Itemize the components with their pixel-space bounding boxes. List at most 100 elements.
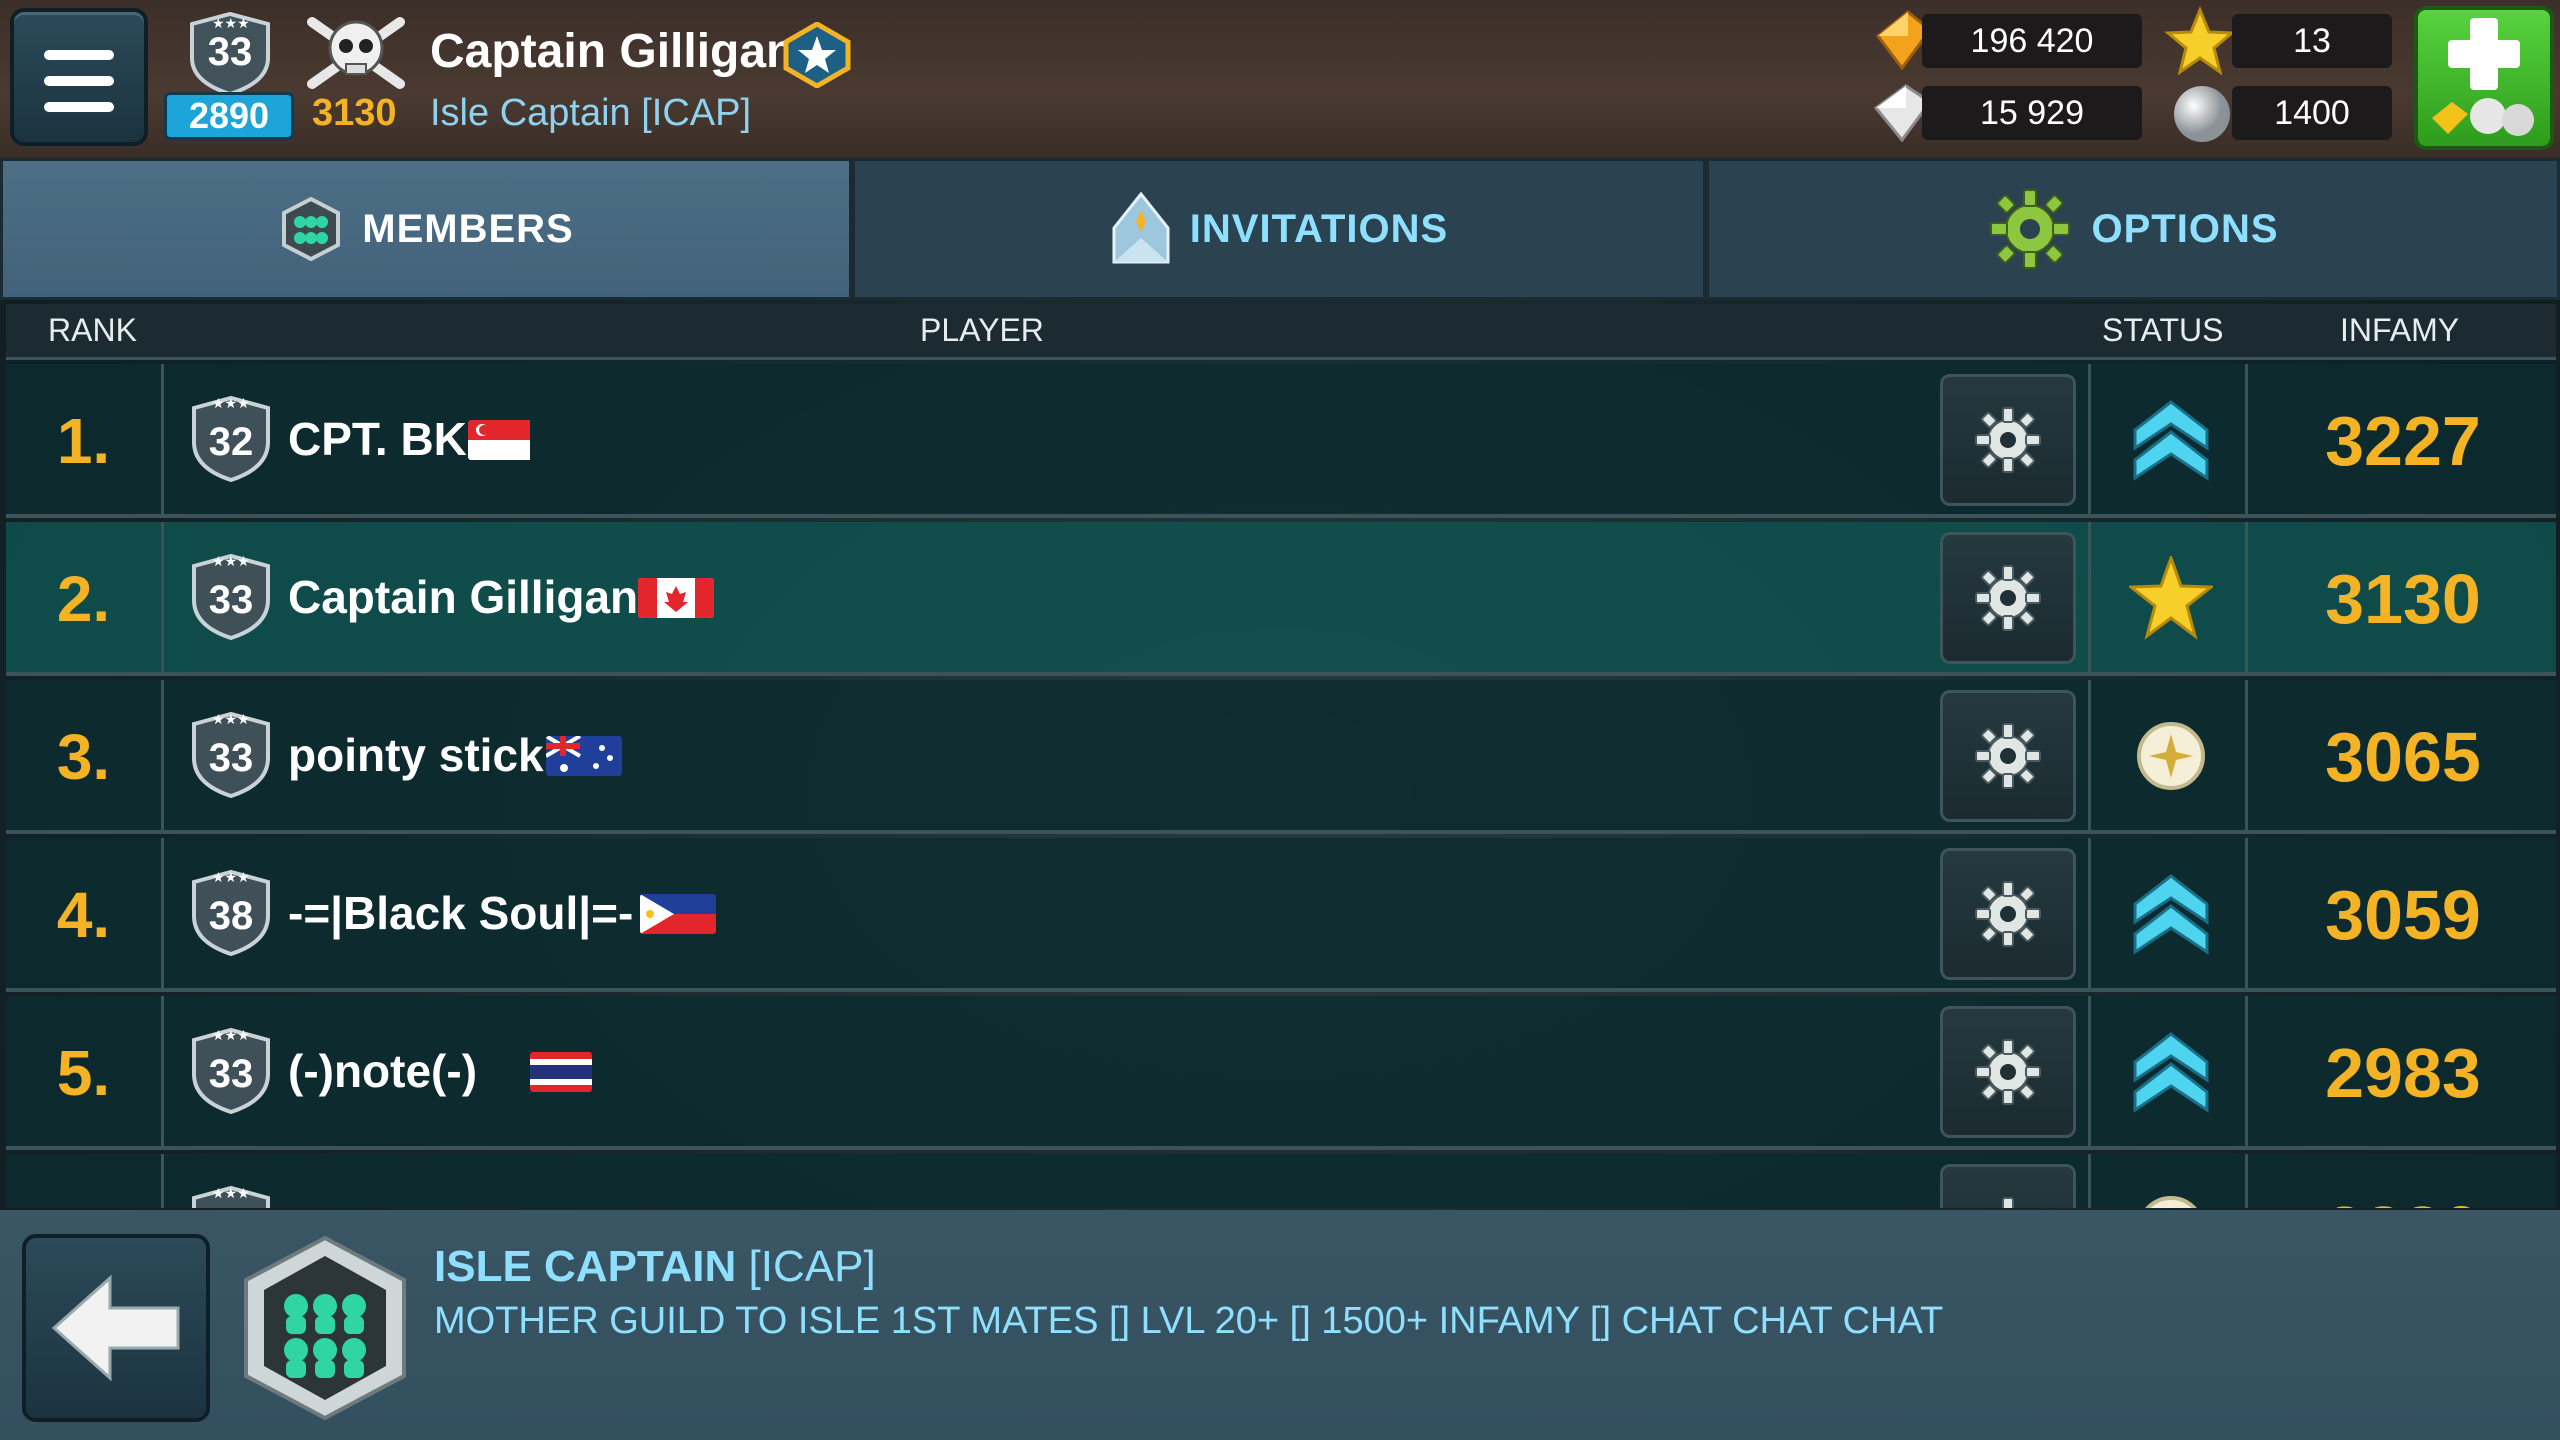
- member-name[interactable]: -=|Black Soul|=-: [288, 886, 633, 940]
- guild-title: ISLE CAPTAIN [ICAP]: [434, 1242, 876, 1292]
- header-rank: RANK: [48, 312, 137, 348]
- table-row[interactable]: 4. ★★★ 38 -=|Black Soul|=- 3059: [6, 838, 2556, 992]
- star-currency-icon: [2164, 6, 2236, 78]
- member-infamy: 3059: [2325, 876, 2481, 954]
- member-infamy: 2880: [2250, 1154, 2556, 1208]
- thailand-flag-icon: [530, 1052, 592, 1092]
- chevron-rank-icon: [2133, 400, 2209, 481]
- top-bar: ★★★ 33 2890 3130 Captain Gilligan Isle C…: [0, 0, 2560, 158]
- row-rank: 3.: [6, 680, 164, 834]
- member-level: 33: [208, 1052, 254, 1096]
- member-options-button[interactable]: [1940, 532, 2076, 664]
- gear-icon: [1990, 189, 2071, 269]
- member-name[interactable]: Captain Gilligan: [288, 570, 638, 624]
- compass-rank-icon: [2145, 1196, 2197, 1208]
- member-infamy: 3227: [2325, 402, 2481, 480]
- xp-badge: 2890: [164, 92, 294, 140]
- status-cell: [2088, 838, 2248, 992]
- svg-text:★★★: ★★★: [212, 553, 250, 569]
- tab-members-label: MEMBERS: [362, 206, 574, 251]
- player-name: Captain Gilligan: [430, 25, 796, 78]
- level-shield-icon: ★★★ 33: [186, 1176, 276, 1208]
- svg-text:★★★: ★★★: [212, 1185, 250, 1201]
- gear-icon: [2002, 1197, 2014, 1208]
- back-button[interactable]: [22, 1234, 210, 1422]
- svg-text:★★★: ★★★: [212, 395, 250, 411]
- status-cell: [2088, 364, 2248, 518]
- member-name[interactable]: CPT. BK: [288, 412, 467, 466]
- gear-icon: [1975, 881, 2041, 947]
- gear-icon: [1975, 723, 2041, 789]
- star-count: 13: [2232, 14, 2392, 68]
- gear-icon: [1975, 1039, 2041, 1105]
- guild-members-icon: [282, 196, 341, 262]
- member-level: 33: [208, 578, 254, 622]
- pearl-amount: 1400: [2232, 86, 2392, 140]
- menu-icon-bar: [44, 102, 114, 112]
- table-row[interactable]: 5. ★★★ 33 (-)note(-) 2983: [6, 996, 2556, 1150]
- level-shield-icon: ★★★ 32: [186, 386, 276, 483]
- member-options-button[interactable]: [1940, 848, 2076, 980]
- status-cell: [2088, 1154, 2248, 1208]
- level-shield-icon: ★★★ 38: [186, 860, 276, 957]
- compass-rank-icon: [2137, 722, 2205, 790]
- menu-icon-bar: [44, 76, 114, 86]
- singapore-flag-icon: [468, 420, 544, 460]
- table-row[interactable]: 6. ★★★ 33 2880: [6, 1154, 2556, 1208]
- australia-flag-icon: [546, 736, 622, 776]
- menu-icon: [44, 50, 114, 60]
- member-options-button[interactable]: [1940, 1164, 2076, 1208]
- skull-crossbones-icon: [298, 12, 414, 92]
- silver-amount: 15 929: [1922, 86, 2142, 140]
- member-name[interactable]: (-)note(-): [288, 1044, 477, 1098]
- status-cell: [2088, 680, 2248, 834]
- tab-invitations[interactable]: INVITATIONS: [852, 158, 1706, 300]
- table-header: RANK PLAYER STATUS INFAMY: [6, 304, 2556, 360]
- level-shield-icon: ★★★ 33: [186, 702, 276, 799]
- gear-icon: [1975, 407, 2041, 473]
- player-level: 33: [207, 30, 253, 74]
- status-cell: [2088, 996, 2248, 1150]
- member-options-button[interactable]: [1940, 690, 2076, 822]
- member-infamy: 3130: [2325, 560, 2481, 638]
- table-row[interactable]: 2. ★★★ 33 Captain Gilligan 3130: [6, 522, 2556, 676]
- star-rank-icon: [2129, 556, 2213, 640]
- tab-options[interactable]: OPTIONS: [1706, 158, 2560, 300]
- table-row[interactable]: 1. ★★★ 32 CPT. BK 3227: [6, 364, 2556, 518]
- member-options-button[interactable]: [1940, 1006, 2076, 1138]
- member-infamy: 3065: [2325, 718, 2481, 796]
- back-arrow-icon: [51, 1274, 180, 1382]
- row-rank: 2.: [6, 522, 164, 676]
- member-level: 33: [208, 736, 254, 780]
- guild-name: ISLE CAPTAIN: [434, 1242, 737, 1291]
- chevron-rank-icon: [2133, 874, 2209, 955]
- svg-text:★★★: ★★★: [212, 869, 250, 885]
- member-options-button[interactable]: [1940, 374, 2076, 506]
- member-name[interactable]: pointy stick: [288, 728, 544, 782]
- row-rank: 6.: [6, 1154, 164, 1208]
- member-list[interactable]: 1. ★★★ 32 CPT. BK 3227 2. ★★★ 33 Captain…: [6, 364, 2556, 1208]
- add-currency-button[interactable]: [2414, 6, 2554, 150]
- level-shield-icon: ★★★ 33: [186, 544, 276, 641]
- row-rank: 5.: [6, 996, 164, 1150]
- hamburger-menu-button[interactable]: [10, 8, 148, 146]
- guild-emblem-icon: [236, 1232, 414, 1424]
- gear-icon: [1975, 565, 2041, 631]
- member-level: 38: [208, 894, 254, 938]
- header-infamy: INFAMY: [2340, 312, 2460, 348]
- level-shield-icon: ★★★ 33: [182, 10, 278, 97]
- gold-amount: 196 420: [1922, 14, 2142, 68]
- svg-text:★★★: ★★★: [212, 1027, 250, 1043]
- guild-description: MOTHER GUILD TO ISLE 1ST MATES [] LVL 20…: [434, 1300, 1944, 1342]
- row-rank: 1.: [6, 364, 164, 518]
- tab-invitations-label: INVITATIONS: [1189, 206, 1449, 251]
- tab-members[interactable]: MEMBERS: [0, 158, 852, 300]
- header-status: STATUS: [2102, 312, 2224, 348]
- philippines-flag-icon: [640, 894, 716, 934]
- captain-star-badge-icon: [782, 21, 852, 89]
- guild-info-bar: ISLE CAPTAIN [ICAP] MOTHER GUILD TO ISLE…: [0, 1210, 2560, 1440]
- member-infamy: 2983: [2325, 1034, 2481, 1112]
- pearl-icon: [2170, 82, 2234, 146]
- table-row[interactable]: 3. ★★★ 33 pointy stick 3065: [6, 680, 2556, 834]
- svg-text:★★★: ★★★: [212, 15, 250, 31]
